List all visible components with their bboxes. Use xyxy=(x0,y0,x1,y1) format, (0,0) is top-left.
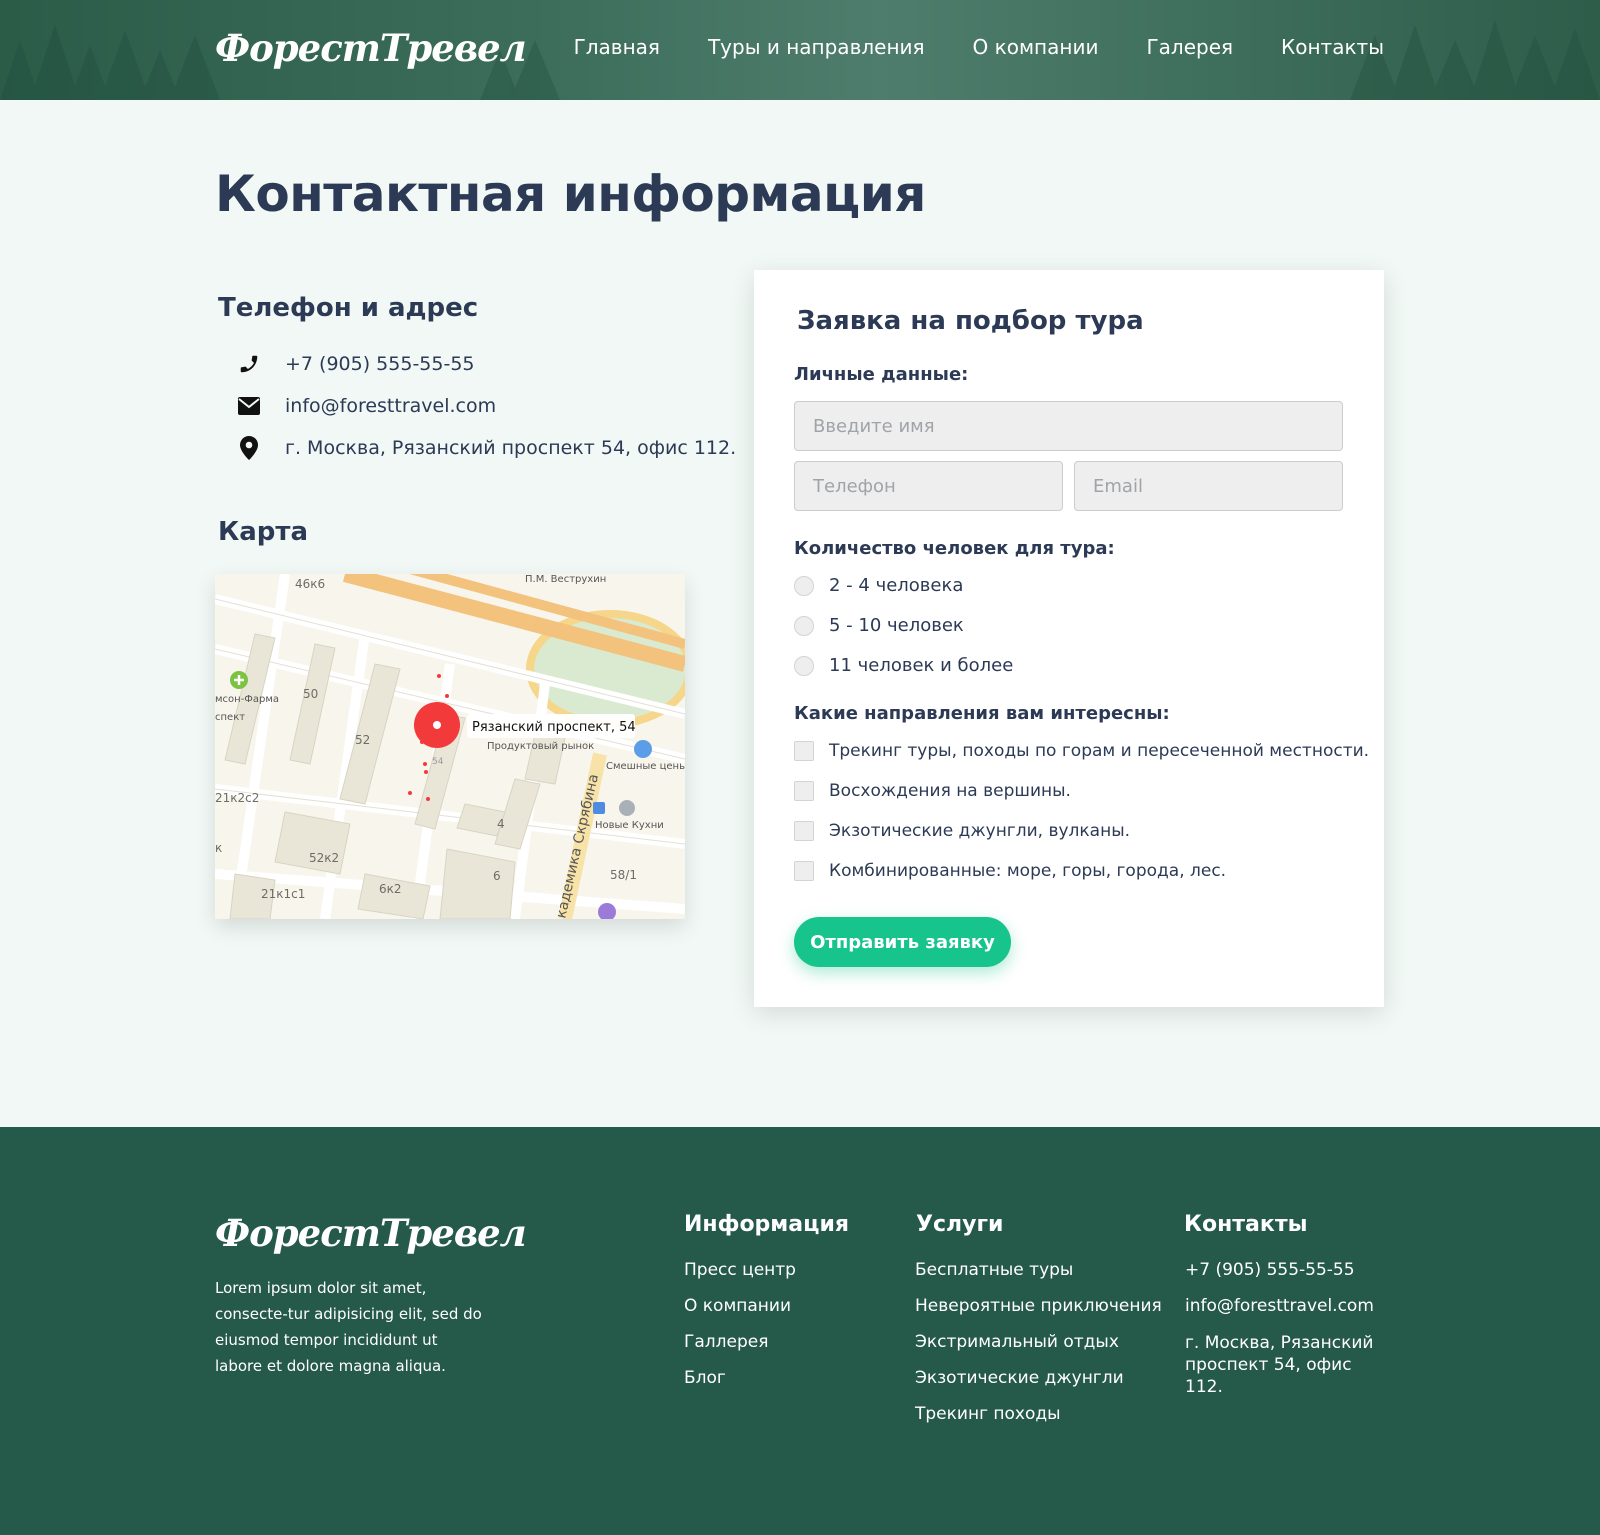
map-label: 46к6 xyxy=(295,577,325,591)
checkbox[interactable] xyxy=(794,781,814,801)
form-title: Заявка на подбор тура xyxy=(797,306,1144,336)
contact-address: г. Москва, Рязанский проспект 54, офис 1… xyxy=(237,436,736,460)
footer-link[interactable]: Трекинг походы xyxy=(915,1404,1162,1425)
people-count-label: Количество человек для тура: xyxy=(794,538,1115,559)
directions-label: Какие направления вам интересны: xyxy=(794,703,1170,724)
footer-info-links: Пресс центр О компании Галлерея Блог xyxy=(684,1260,796,1404)
location-pin-icon xyxy=(237,436,261,460)
submit-button[interactable]: Отправить заявку xyxy=(794,917,1011,967)
footer-link[interactable]: Экстримальный отдых xyxy=(915,1332,1162,1353)
map-label: 52к2 xyxy=(309,851,339,865)
site-logo[interactable]: ФорестТревел xyxy=(215,26,527,70)
radio-button[interactable] xyxy=(794,575,814,596)
direction-option[interactable]: Комбинированные: море, горы, города, лес… xyxy=(794,861,1226,881)
map-label: 58/1 xyxy=(610,868,637,882)
people-option[interactable]: 5 - 10 человек xyxy=(794,615,964,636)
location-map[interactable]: Рязанский проспект, 54 46к6 П.М. Веструх… xyxy=(215,574,685,919)
phone-icon xyxy=(237,352,261,376)
footer-link[interactable]: О компании xyxy=(684,1296,796,1317)
map-canvas: Рязанский проспект, 54 46к6 П.М. Веструх… xyxy=(215,574,685,919)
contact-email-link[interactable]: info@foresttravel.com xyxy=(285,395,496,417)
people-option-label: 5 - 10 человек xyxy=(829,615,964,636)
nav-contacts[interactable]: Контакты xyxy=(1281,35,1384,59)
checkbox[interactable] xyxy=(794,861,814,881)
nav-tours[interactable]: Туры и направления xyxy=(708,35,925,59)
radio-button[interactable] xyxy=(794,655,814,676)
direction-option-label: Комбинированные: море, горы, города, лес… xyxy=(829,861,1227,881)
footer-services-links: Бесплатные туры Невероятные приключения … xyxy=(915,1260,1162,1440)
map-label: к xyxy=(215,841,222,855)
map-marker-label: Рязанский проспект, 54 xyxy=(472,720,636,735)
map-label: 6к2 xyxy=(379,882,402,896)
footer-link[interactable]: Пресс центр xyxy=(684,1260,796,1281)
contact-address-text: г. Москва, Рязанский проспект 54, офис 1… xyxy=(285,437,737,459)
radio-button[interactable] xyxy=(794,615,814,636)
contact-email: info@foresttravel.com xyxy=(237,394,496,418)
phone-section-title: Телефон и адрес xyxy=(218,293,479,323)
page-title: Контактная информация xyxy=(215,165,926,223)
people-option-label: 2 - 4 человека xyxy=(829,575,964,596)
checkbox[interactable] xyxy=(794,741,814,761)
name-input[interactable] xyxy=(794,401,1343,451)
map-label: 50 xyxy=(303,687,318,701)
footer-info-title: Информация xyxy=(684,1212,849,1237)
map-label: 54 xyxy=(432,757,444,767)
email-input[interactable] xyxy=(1074,461,1343,511)
footer-logo[interactable]: ФорестТревел xyxy=(215,1211,527,1255)
contact-phone: +7 (905) 555-55-55 xyxy=(237,352,475,376)
tour-request-form: Заявка на подбор тура Личные данные: Кол… xyxy=(754,270,1384,1007)
people-option[interactable]: 2 - 4 человека xyxy=(794,575,963,596)
checkbox[interactable] xyxy=(794,821,814,841)
envelope-icon xyxy=(237,394,261,418)
footer-phone[interactable]: +7 (905) 555-55-55 xyxy=(1185,1260,1385,1281)
direction-option-label: Трекинг туры, походы по горам и пересече… xyxy=(829,741,1370,761)
direction-option[interactable]: Восхождения на вершины. xyxy=(794,781,1071,801)
map-label: 21к2с2 xyxy=(215,791,259,805)
map-label: мсон-Фарма xyxy=(215,694,279,705)
map-label: П.М. Веструхин xyxy=(525,574,606,585)
map-label: 52 xyxy=(355,733,370,747)
map-label: Новые Кухни xyxy=(595,820,664,831)
site-header: ФорестТревел Главная Туры и направления … xyxy=(0,0,1600,100)
footer-contacts: +7 (905) 555-55-55 info@foresttravel.com… xyxy=(1185,1260,1385,1413)
contact-phone-link[interactable]: +7 (905) 555-55-55 xyxy=(285,353,475,375)
nav-gallery[interactable]: Галерея xyxy=(1146,35,1233,59)
map-label: 4 xyxy=(497,817,505,831)
direction-option-label: Восхождения на вершины. xyxy=(829,781,1071,801)
people-option[interactable]: 11 человек и более xyxy=(794,655,1013,676)
phone-input[interactable] xyxy=(794,461,1063,511)
nav-about[interactable]: О компании xyxy=(973,35,1099,59)
footer-link[interactable]: Галлерея xyxy=(684,1332,796,1353)
people-option-label: 11 человек и более xyxy=(829,655,1014,676)
direction-option[interactable]: Экзотические джунгли, вулканы. xyxy=(794,821,1130,841)
personal-data-label: Личные данные: xyxy=(794,364,969,385)
footer-about-text: Lorem ipsum dolor sit amet, consecte-tur… xyxy=(215,1279,482,1375)
site-footer: ФорестТревел Lorem ipsum dolor sit amet,… xyxy=(0,1127,1600,1535)
footer-address: г. Москва, Рязанский проспект 54, офис 1… xyxy=(1185,1333,1374,1397)
footer-link[interactable]: Экзотические джунгли xyxy=(915,1368,1162,1389)
footer-contacts-title: Контакты xyxy=(1184,1212,1308,1237)
map-label: спект xyxy=(215,712,245,723)
nav-home[interactable]: Главная xyxy=(574,35,660,59)
map-label: 6 xyxy=(493,869,501,883)
map-label: Смешные цены xyxy=(606,761,685,772)
map-section-title: Карта xyxy=(218,517,309,547)
footer-email[interactable]: info@foresttravel.com xyxy=(1185,1296,1385,1317)
main-nav: Главная Туры и направления О компании Га… xyxy=(574,35,1384,59)
map-label: 21к1с1 xyxy=(261,887,305,901)
direction-option[interactable]: Трекинг туры, походы по горам и пересече… xyxy=(794,741,1369,761)
footer-link[interactable]: Невероятные приключения xyxy=(915,1296,1162,1317)
footer-link[interactable]: Блог xyxy=(684,1368,796,1389)
footer-link[interactable]: Бесплатные туры xyxy=(915,1260,1162,1281)
footer-services-title: Услуги xyxy=(916,1212,1004,1237)
direction-option-label: Экзотические джунгли, вулканы. xyxy=(829,821,1131,841)
map-label: Продуктовый рынок xyxy=(487,741,594,752)
